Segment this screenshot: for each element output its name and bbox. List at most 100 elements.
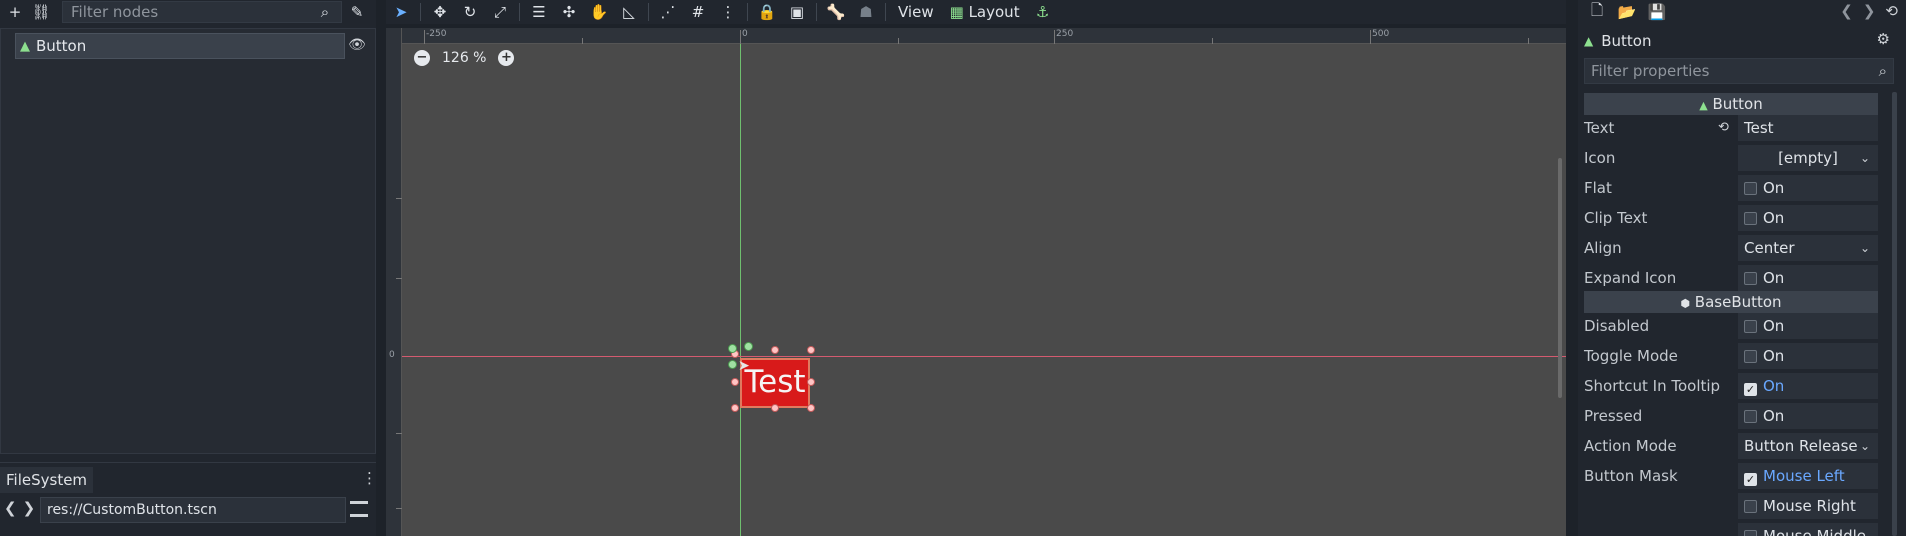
checkbox-icon — [1744, 320, 1757, 333]
add-node-icon[interactable]: + — [4, 1, 26, 23]
checkbox-icon — [1744, 500, 1757, 513]
prop-name: Shortcut In Tooltip — [1584, 377, 1721, 395]
pivot-tool-icon[interactable]: ✣ — [558, 1, 580, 23]
x-axis-line — [402, 356, 1566, 357]
pressed-checkbox[interactable]: On — [1738, 403, 1878, 429]
chevron-down-icon: ⌄ — [1859, 241, 1870, 255]
grid-snap-icon[interactable]: # — [687, 1, 709, 23]
rotate-tool-icon[interactable]: ↻ — [459, 1, 481, 23]
toolbar-separator — [420, 3, 421, 21]
attach-script-icon[interactable]: ✎ — [346, 1, 368, 23]
canvas-viewport[interactable]: -250 0 250 500 0 − 126 % + Test ➤ — [386, 28, 1566, 536]
text-field[interactable]: Test — [1738, 115, 1878, 141]
list-select-icon[interactable]: ☰ — [528, 1, 550, 23]
filesystem-tab[interactable]: FileSystem — [0, 467, 94, 493]
zoom-out-button[interactable]: − — [414, 50, 430, 66]
move-tool-icon[interactable]: ✥ — [429, 1, 451, 23]
anchor-handle[interactable] — [728, 344, 737, 353]
history-back-icon[interactable]: ❮ — [1840, 2, 1853, 20]
action-mode-select[interactable]: Button Release ⌄ — [1738, 433, 1878, 459]
scale-tool-icon[interactable]: ⤢ — [489, 1, 511, 23]
prop-icon: Icon [empty] ⌄ — [1584, 144, 1878, 172]
toolbar-separator — [747, 3, 748, 21]
prop-name: Toggle Mode — [1584, 347, 1678, 365]
history-icon[interactable]: ⟲ — [1885, 2, 1898, 20]
checkbox-icon — [1744, 350, 1757, 363]
horizontal-ruler: -250 0 250 500 — [386, 28, 1566, 44]
history-forward-icon[interactable]: ❯ — [1863, 2, 1876, 20]
object-tools-icon[interactable]: ⚙ — [1877, 30, 1890, 48]
prop-toggle-mode: Toggle Mode On — [1584, 342, 1878, 370]
new-resource-icon[interactable]: 🗋 — [1586, 1, 1608, 23]
resize-handle[interactable] — [807, 378, 815, 386]
prop-button-mask-right: Mouse Right — [1584, 492, 1878, 520]
split-view-icon[interactable] — [350, 501, 368, 517]
shortcut-tooltip-checkbox[interactable]: ✓ On — [1738, 373, 1878, 399]
resize-handle[interactable] — [807, 346, 815, 354]
snap-options-icon[interactable]: ⋮ — [717, 1, 739, 23]
flat-checkbox[interactable]: On — [1738, 175, 1878, 201]
zoom-level[interactable]: 126 % — [442, 50, 486, 66]
vertical-ruler: 0 — [386, 28, 402, 536]
bone-icon[interactable]: 🦴 — [825, 1, 847, 23]
mask-mouse-left-checkbox[interactable]: ✓ Mouse Left — [1738, 463, 1878, 489]
cursor-arrow-icon: ➤ — [738, 358, 750, 374]
prop-align: Align Center ⌄ — [1584, 234, 1878, 262]
zoom-controls: − 126 % + — [414, 50, 515, 66]
zoom-in-button[interactable]: + — [498, 50, 515, 66]
chevron-down-icon: ⌄ — [1859, 439, 1870, 453]
section-header-button[interactable]: ▲ Button — [1584, 93, 1878, 115]
align-select[interactable]: Center ⌄ — [1738, 235, 1878, 261]
expand-icon-checkbox[interactable]: On — [1738, 265, 1878, 291]
skeleton-icon[interactable]: ☗ — [855, 1, 877, 23]
toolbar-separator — [885, 3, 886, 21]
resize-handle[interactable] — [807, 404, 815, 412]
section-header-basebutton[interactable]: ⬢ BaseButton — [1584, 291, 1878, 313]
ruler-label: 0 — [742, 29, 748, 39]
open-folder-icon[interactable]: 📂 — [1616, 1, 1638, 23]
checkbox-label: Mouse Right — [1763, 497, 1856, 515]
select-tool-icon[interactable]: ➤ — [390, 1, 412, 23]
pan-tool-icon[interactable]: ✋ — [588, 1, 610, 23]
ruler-tool-icon[interactable]: ◺ — [618, 1, 640, 23]
checkbox-icon — [1744, 272, 1757, 285]
anchor-handle[interactable] — [744, 342, 753, 351]
forward-arrow-icon[interactable]: ❯ — [23, 499, 36, 517]
tree-item-button[interactable]: ▲ Button — [15, 33, 345, 59]
revert-icon[interactable]: ⟲ — [1718, 120, 1729, 135]
ruler-label: 0 — [389, 350, 395, 360]
disabled-checkbox[interactable]: On — [1738, 313, 1878, 339]
toolbar-separator — [648, 3, 649, 21]
smart-snap-icon[interactable]: ⋰ — [657, 1, 679, 23]
mask-mouse-middle-checkbox[interactable]: Mouse Middle — [1738, 523, 1878, 536]
toggle-mode-checkbox[interactable]: On — [1738, 343, 1878, 369]
filter-properties-input[interactable]: Filter properties ⌕ — [1584, 58, 1894, 84]
clip-text-checkbox[interactable]: On — [1738, 205, 1878, 231]
checkbox-icon — [1744, 212, 1757, 225]
search-icon[interactable]: ⌕ — [314, 1, 336, 23]
dock-menu-icon[interactable]: ⋮ — [362, 469, 377, 487]
resize-handle[interactable] — [771, 346, 779, 354]
resize-handle[interactable] — [731, 378, 739, 386]
save-icon[interactable]: 💾 — [1646, 1, 1668, 23]
inspector-scrollbar[interactable] — [1892, 92, 1897, 536]
prop-name: Disabled — [1584, 317, 1650, 335]
layout-menu[interactable]: ▦ Layout — [946, 3, 1024, 21]
resize-handle[interactable] — [731, 404, 739, 412]
icon-resource-picker[interactable]: [empty] ⌄ — [1738, 145, 1878, 171]
filter-nodes-input[interactable]: Filter nodes — [62, 1, 342, 23]
prop-disabled: Disabled On — [1584, 312, 1878, 340]
resize-handle[interactable] — [771, 404, 779, 412]
link-icon[interactable]: ⛓ — [30, 1, 52, 23]
back-arrow-icon[interactable]: ❮ — [4, 499, 17, 517]
mask-mouse-right-checkbox[interactable]: Mouse Right — [1738, 493, 1878, 519]
anchor-icon[interactable]: ⚓ — [1032, 1, 1054, 23]
view-menu[interactable]: View — [894, 3, 938, 21]
canvas-button-preview[interactable]: Test — [740, 358, 810, 408]
anchor-handle[interactable] — [728, 360, 737, 369]
group-icon[interactable]: ▣ — [786, 1, 808, 23]
fs-path-input[interactable]: res://CustomButton.tscn — [40, 497, 346, 523]
viewport-scrollbar[interactable] — [1558, 158, 1562, 398]
visibility-eye-icon[interactable]: 👁 — [347, 35, 367, 55]
lock-icon[interactable]: 🔒 — [756, 1, 778, 23]
